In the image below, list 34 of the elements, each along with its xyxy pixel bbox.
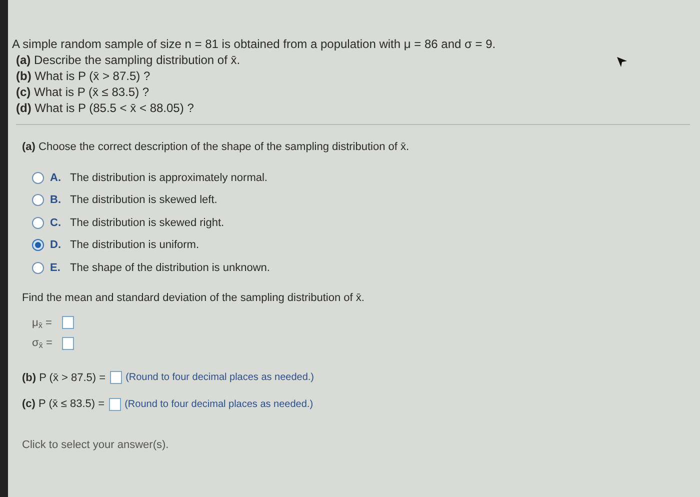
question-text: (a) Describe the sampling distribution of x̄.: [15, 52, 240, 68]
radio-button[interactable]: [32, 262, 44, 274]
answer-label: (b) P (x̄ > 87.5) =: [22, 370, 106, 386]
option-letter: C.: [50, 216, 62, 230]
hint-text: (Round to four decimal places as needed.): [126, 371, 314, 386]
status-text: Click to select your answer(s).: [22, 438, 169, 452]
option-letter: E.: [50, 260, 62, 276]
option-text: The shape of the distribution is unknown.: [70, 260, 270, 276]
question-text: A simple random sample of size n = 81 is obtained from a population with μ = 86 and σ = 9.: [12, 36, 496, 52]
instruction-text: Find the mean and standard deviation of the sampling distribution of x̄.: [22, 291, 364, 306]
answer-box[interactable]: [108, 398, 121, 411]
option-letter: A.: [50, 170, 62, 186]
answer-box[interactable]: [110, 371, 122, 384]
question-text: (d) What is P (85.5 < x̄ < 88.05) ?: [15, 100, 194, 116]
question-text: (c) What is P (x̄ ≤ 83.5) ?: [15, 84, 150, 100]
hint-text: (Round to four decimal places as needed.): [124, 398, 314, 412]
answer-label: (c) P (x̄ ≤ 83.5) =: [22, 397, 105, 412]
question-text: (b) What is P (x̄ > 87.5) ?: [15, 68, 150, 84]
option-text: The distribution is approximately normal.: [70, 170, 268, 186]
cursor-icon: [616, 56, 628, 68]
radio-button[interactable]: [32, 216, 44, 229]
option-text: The distribution is skewed right.: [70, 216, 224, 230]
field-label: σ$_{x̄}$ =: [32, 336, 54, 352]
answer-box[interactable]: [62, 316, 74, 330]
option-letter: D.: [50, 238, 62, 253]
answer-box[interactable]: [62, 336, 74, 350]
question-prompt: (a) Choose the correct description of the shape of the sampling distribution of x̄.: [22, 140, 410, 155]
option-text: The distribution is skewed left.: [70, 193, 218, 208]
radio-button[interactable]: [32, 239, 44, 252]
field-label: μ$_{x̄}$ =: [32, 316, 53, 331]
option-letter: B.: [50, 193, 62, 208]
radio-button[interactable]: [32, 194, 44, 206]
option-text: The distribution is uniform.: [70, 238, 199, 253]
radio-button[interactable]: [32, 172, 44, 184]
